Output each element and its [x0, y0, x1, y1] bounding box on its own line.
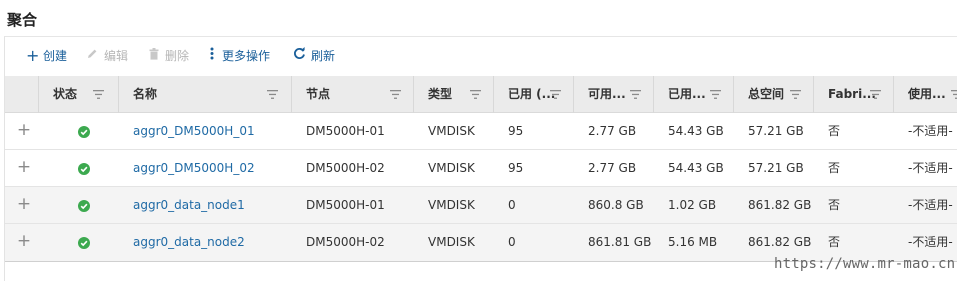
create-button[interactable]: + 创建 [26, 46, 67, 66]
expand-row-icon[interactable]: + [15, 224, 33, 261]
column-label: 可用... [588, 87, 626, 101]
column-header-status[interactable]: 状态 [38, 76, 118, 113]
vertical-ellipsis-icon [207, 46, 217, 66]
node-cell: DM5000H-01 [306, 124, 385, 138]
filter-icon[interactable] [390, 90, 401, 99]
expand-row-icon[interactable]: + [15, 150, 33, 187]
used-percent-cell: 95 [508, 124, 524, 138]
node-cell: DM5000H-02 [306, 161, 385, 175]
table-row[interactable]: + aggr0_DM5000H_02 DM5000H-02 VMDISK 95 … [5, 150, 957, 187]
pencil-icon [85, 46, 99, 66]
available-cell: 2.77 GB [588, 124, 637, 138]
column-header-used[interactable]: 已用... [653, 76, 733, 113]
edit-label: 编辑 [104, 49, 129, 63]
expand-row-icon[interactable]: + [15, 113, 33, 150]
filter-icon[interactable] [93, 90, 104, 99]
type-cell: VMDISK [428, 161, 475, 175]
total-space-cell: 57.21 GB [748, 124, 804, 138]
column-header-fabricpool[interactable]: Fabri... [813, 76, 893, 113]
usage-cell: -不适用- [908, 198, 953, 212]
plus-icon: + [26, 46, 40, 65]
filter-icon[interactable] [267, 90, 278, 99]
refresh-button[interactable]: 刷新 [292, 46, 335, 66]
used-cell: 54.43 GB [668, 124, 724, 138]
filter-icon[interactable] [470, 90, 481, 99]
fabricpool-cell: 否 [828, 124, 841, 138]
filter-icon[interactable] [870, 90, 881, 99]
filter-icon[interactable] [630, 90, 641, 99]
type-cell: VMDISK [428, 124, 475, 138]
column-header-used-percent[interactable]: 已用 (... [493, 76, 573, 113]
column-label: 使用... [908, 87, 946, 101]
used-percent-cell: 95 [508, 161, 524, 175]
column-label: 已用 (... [508, 87, 556, 101]
usage-cell: -不适用- [908, 161, 953, 175]
status-online-icon [78, 200, 90, 212]
page-title: 聚合 [7, 11, 38, 29]
column-header-node[interactable]: 节点 [291, 76, 413, 113]
table-row[interactable]: + aggr0_DM5000H_01 DM5000H-01 VMDISK 95 … [5, 113, 957, 150]
column-label: 已用... [668, 87, 706, 101]
available-cell: 861.81 GB [588, 235, 652, 249]
type-cell: VMDISK [428, 235, 475, 249]
column-header-name[interactable]: 名称 [118, 76, 291, 113]
filter-icon[interactable] [951, 90, 957, 99]
type-cell: VMDISK [428, 198, 475, 212]
refresh-icon [292, 46, 306, 66]
used-cell: 5.16 MB [668, 235, 718, 249]
fabricpool-cell: 否 [828, 161, 841, 175]
available-cell: 2.77 GB [588, 161, 637, 175]
column-label: 节点 [306, 87, 331, 101]
status-online-icon [78, 163, 90, 175]
column-label: 总空间 [748, 87, 785, 101]
aggregates-panel: + 创建 编辑 删除 更多操作 刷新 状态 名称 节点 类型 已用 (... 可… [4, 36, 957, 281]
fabricpool-cell: 否 [828, 198, 841, 212]
column-label: Fabri... [828, 87, 876, 101]
used-percent-cell: 0 [508, 235, 516, 249]
used-cell: 54.43 GB [668, 161, 724, 175]
column-header-usage[interactable]: 使用... [893, 76, 957, 113]
filter-icon[interactable] [550, 90, 561, 99]
filter-icon[interactable] [790, 90, 801, 99]
more-actions-label: 更多操作 [222, 49, 271, 63]
column-label: 类型 [428, 87, 453, 101]
used-percent-cell: 0 [508, 198, 516, 212]
filter-icon[interactable] [710, 90, 721, 99]
column-header-available[interactable]: 可用... [573, 76, 653, 113]
column-label: 名称 [133, 87, 158, 101]
total-space-cell: 861.82 GB [748, 198, 812, 212]
column-label: 状态 [53, 87, 78, 101]
aggregate-name-link[interactable]: aggr0_DM5000H_02 [133, 150, 255, 187]
table-header: 状态 名称 节点 类型 已用 (... 可用... 已用... 总空间 Fabr… [5, 76, 957, 113]
column-header-type[interactable]: 类型 [413, 76, 493, 113]
available-cell: 860.8 GB [588, 198, 644, 212]
edit-button[interactable]: 编辑 [85, 46, 128, 66]
delete-label: 删除 [165, 49, 190, 63]
table-row[interactable]: + aggr0_data_node1 DM5000H-01 VMDISK 0 8… [5, 187, 957, 224]
more-actions-button[interactable]: 更多操作 [207, 46, 270, 66]
total-space-cell: 57.21 GB [748, 161, 804, 175]
toolbar: + 创建 编辑 删除 更多操作 刷新 [5, 37, 957, 75]
aggregate-name-link[interactable]: aggr0_data_node2 [133, 224, 245, 261]
trash-icon [148, 46, 160, 66]
usage-cell: -不适用- [908, 124, 953, 138]
refresh-label: 刷新 [311, 49, 336, 63]
aggregate-name-link[interactable]: aggr0_data_node1 [133, 187, 245, 224]
status-online-icon [78, 237, 90, 249]
delete-button[interactable]: 删除 [148, 46, 189, 66]
column-header-total-space[interactable]: 总空间 [733, 76, 813, 113]
watermark: https://www.mr-mao.cn [774, 256, 956, 272]
create-label: 创建 [43, 49, 68, 63]
expand-row-icon[interactable]: + [15, 187, 33, 224]
node-cell: DM5000H-01 [306, 198, 385, 212]
node-cell: DM5000H-02 [306, 235, 385, 249]
aggregate-name-link[interactable]: aggr0_DM5000H_01 [133, 113, 255, 150]
used-cell: 1.02 GB [668, 198, 717, 212]
status-online-icon [78, 126, 90, 138]
